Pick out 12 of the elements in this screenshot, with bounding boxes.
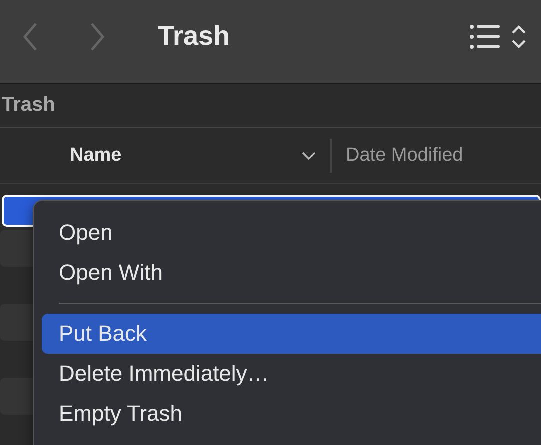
menu-item[interactable]: Delete Immediately…: [42, 354, 541, 394]
window-title: Trash: [158, 21, 232, 52]
menu-item[interactable]: Put Back: [42, 314, 541, 354]
column-header[interactable]: Name: [70, 144, 302, 166]
section-title: Trash: [2, 94, 56, 117]
menu-item[interactable]: Open: [42, 213, 541, 253]
menu-item[interactable]: Open With: [42, 253, 541, 293]
column-header[interactable]: Date Modified: [346, 144, 464, 166]
chevron-up-down-icon[interactable]: [511, 24, 527, 50]
chevron-down-icon[interactable]: [302, 150, 316, 160]
list-view-icon[interactable]: [469, 24, 501, 50]
menu-item[interactable]: Empty Trash: [42, 394, 541, 434]
